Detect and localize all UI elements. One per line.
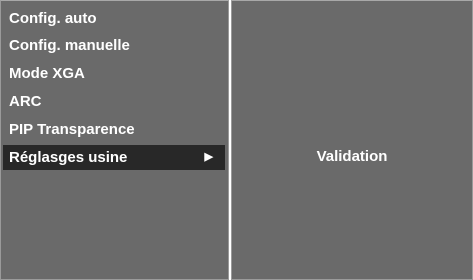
menu-item-label: PIP Transparence [9, 121, 135, 138]
validation-label[interactable]: Validation [232, 147, 472, 167]
menu-item-reglages-usine[interactable]: Réglasges usine ▶ [3, 145, 225, 170]
menu-item-label: Mode XGA [9, 65, 85, 82]
menu-item-label: ARC [9, 93, 42, 110]
menu-item-pip-transparence[interactable]: PIP Transparence [3, 117, 225, 142]
menu-item-config-manuelle[interactable]: Config. manuelle [3, 33, 225, 58]
osd-screen: Config. auto Config. manuelle Mode XGA A… [0, 0, 473, 280]
menu-item-mode-xga[interactable]: Mode XGA [3, 61, 225, 86]
menu-item-label: Réglasges usine [9, 149, 128, 166]
menu-item-label: Config. auto [9, 10, 97, 27]
menu-item-config-auto[interactable]: Config. auto [3, 6, 225, 31]
detail-panel: Validation [231, 0, 473, 280]
menu-item-arc[interactable]: ARC [3, 89, 225, 114]
menu-panel: Config. auto Config. manuelle Mode XGA A… [0, 0, 229, 280]
menu-item-label: Config. manuelle [9, 37, 130, 54]
play-arrow-icon: ▶ [204, 151, 213, 163]
